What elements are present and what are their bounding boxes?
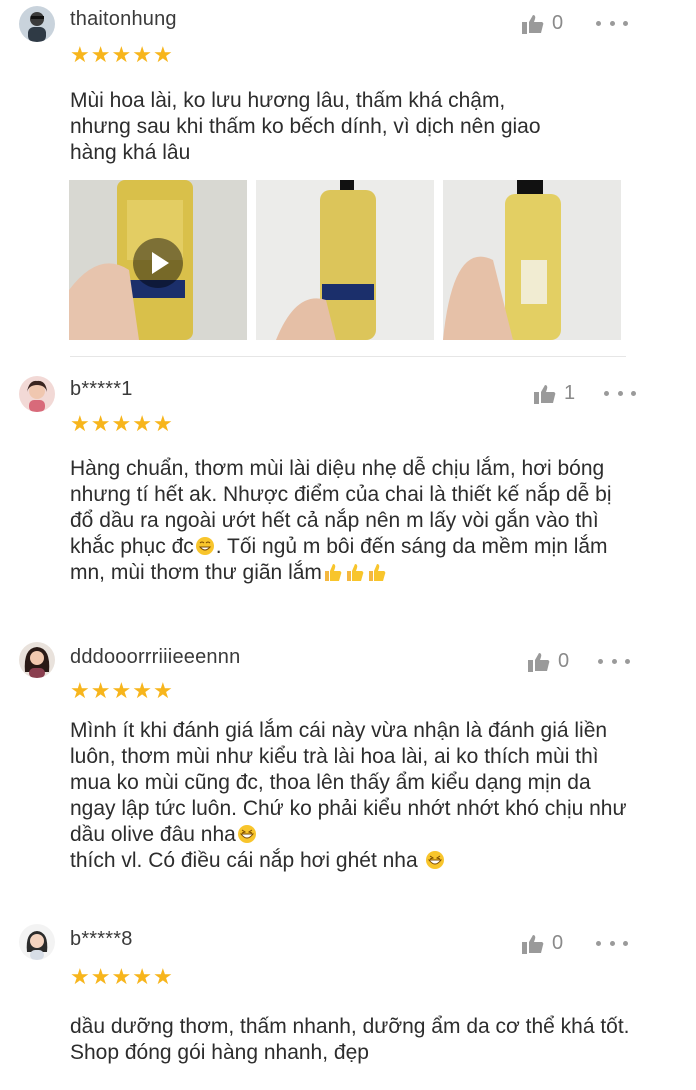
review-text: dầu dưỡng thơm, thấm nhanh, dưỡng ẩm da … <box>70 1015 630 1064</box>
review-text: Mình ít khi đánh giá lắm cái này vừa nhậ… <box>70 718 630 874</box>
star-icon: ★ <box>152 411 173 436</box>
thumbs-up-emoji-icon <box>368 564 386 581</box>
review-text-part: Mình ít khi đánh giá lắm cái này vừa nhậ… <box>70 719 627 846</box>
thumbs-up-icon <box>522 934 544 954</box>
review-photos <box>69 180 630 340</box>
star-icon: ★ <box>132 964 152 989</box>
star-icon: ★ <box>70 42 90 67</box>
avatar[interactable] <box>19 642 55 678</box>
review-photo[interactable] <box>256 180 434 340</box>
review-photo[interactable] <box>443 180 621 340</box>
laughing-face-icon <box>237 825 256 843</box>
rating-stars: ★ ★ ★ ★ ★ <box>70 966 174 988</box>
review-card: thaitonhung 0 ★ ★ ★ ★ ★ Mùi hoa lài, ko lưu … <box>0 0 696 360</box>
star-icon: ★ <box>111 678 132 703</box>
like-button[interactable]: 1 <box>534 382 575 405</box>
rating-stars: ★ ★ ★ ★ ★ <box>70 44 174 66</box>
star-icon: ★ <box>90 964 111 989</box>
review-video-thumbnail[interactable] <box>69 180 247 340</box>
thumbs-up-emoji-icon <box>324 564 342 581</box>
username[interactable]: b*****8 <box>70 928 133 951</box>
review-card: b*****8 0 ★ ★ ★ ★ ★ dầu dưỡng thơm, thấm nha… <box>0 912 696 1090</box>
star-icon: ★ <box>111 411 132 436</box>
star-icon: ★ <box>90 42 111 67</box>
star-icon: ★ <box>111 42 132 67</box>
star-icon: ★ <box>111 964 132 989</box>
star-icon: ★ <box>90 411 111 436</box>
star-icon: ★ <box>70 964 90 989</box>
like-count: 0 <box>552 932 564 954</box>
review-card: b*****1 1 ★ ★ ★ ★ ★ Hàng chuẩn, thơm mùi lài… <box>0 360 696 630</box>
more-options-icon[interactable] <box>596 18 628 28</box>
star-icon: ★ <box>132 411 152 436</box>
review-divider <box>70 356 626 357</box>
avatar[interactable] <box>19 6 55 42</box>
like-count: 0 <box>552 12 564 34</box>
username[interactable]: thaitonhung <box>70 8 177 31</box>
like-count: 0 <box>558 650 570 672</box>
play-icon[interactable] <box>133 238 183 288</box>
star-icon: ★ <box>132 42 152 67</box>
thumbs-up-icon <box>522 14 544 34</box>
more-options-icon[interactable] <box>604 388 636 398</box>
star-icon: ★ <box>152 42 173 67</box>
avatar[interactable] <box>19 376 55 412</box>
star-icon: ★ <box>152 678 173 703</box>
more-options-icon[interactable] <box>596 938 628 948</box>
star-icon: ★ <box>70 411 90 436</box>
star-icon: ★ <box>70 678 90 703</box>
thumbs-up-emoji-icon <box>346 564 364 581</box>
like-count: 1 <box>564 382 576 404</box>
thumbs-up-icon <box>528 652 550 672</box>
star-icon: ★ <box>152 964 173 989</box>
username[interactable]: dddooorrriiieeennn <box>70 646 240 669</box>
username[interactable]: b*****1 <box>70 378 133 401</box>
like-button[interactable]: 0 <box>522 12 563 35</box>
review-text: Mùi hoa lài, ko lưu hương lâu, thấm khá … <box>70 89 541 164</box>
review-text-part: thích vl. Có điều cái nắp hơi ghét nha <box>70 849 418 872</box>
avatar[interactable] <box>19 924 55 960</box>
review-card: dddooorrriiieeennn 0 ★ ★ ★ ★ ★ Mình ít khi đ… <box>0 630 696 900</box>
more-options-icon[interactable] <box>598 656 630 666</box>
like-button[interactable]: 0 <box>528 650 569 673</box>
like-button[interactable]: 0 <box>522 932 563 955</box>
review-text: Hàng chuẩn, thơm mùi lài diệu nhẹ dễ chị… <box>70 456 630 586</box>
laughing-face-icon <box>425 851 444 869</box>
grinning-face-icon <box>195 537 214 555</box>
star-icon: ★ <box>132 678 152 703</box>
rating-stars: ★ ★ ★ ★ ★ <box>70 680 174 702</box>
rating-stars: ★ ★ ★ ★ ★ <box>70 413 174 435</box>
star-icon: ★ <box>90 678 111 703</box>
thumbs-up-icon <box>534 384 556 404</box>
